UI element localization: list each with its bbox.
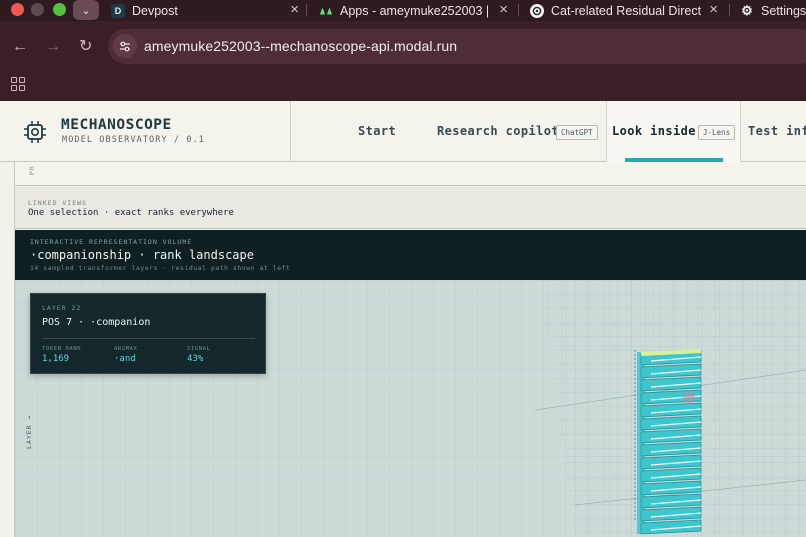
linked-views-caption: LINKED VIEWS [28, 199, 87, 207]
argmax-label: ARGMAX [114, 346, 138, 352]
argmax-value: ·and [114, 354, 136, 364]
layer-axis-label: LAYER → [25, 414, 33, 449]
brand-subtitle: MODEL OBSERVATORY / 0.1 [62, 135, 206, 145]
brand-title: MECHANOSCOPE [61, 117, 172, 133]
browser-tab-devpost[interactable]: D Devpost × [111, 0, 299, 21]
devpost-icon: D [111, 3, 125, 18]
page: MECHANOSCOPE MODEL OBSERVATORY / 0.1 Sta… [0, 101, 806, 537]
volume-subtitle: 14 sampled transformer layers · residual… [30, 264, 291, 272]
collapsed-panel[interactable] [15, 162, 806, 186]
signal-value: 43% [187, 354, 204, 364]
token-rank-value: 1,169 [42, 354, 70, 364]
back-arrow-icon[interactable]: ← [12, 38, 28, 56]
header-divider [290, 101, 291, 162]
url-text[interactable]: ameymuke252003--mechanoscope-api.modal.r… [144, 38, 457, 54]
close-window-button[interactable] [11, 3, 24, 16]
close-icon[interactable]: × [499, 1, 508, 18]
linked-views-text: One selection · exact ranks everywhere [28, 208, 234, 218]
tab-search-button[interactable]: ⌄ [73, 0, 99, 20]
selection-marker[interactable] [683, 391, 695, 403]
chatgpt-badge: ChatGPT [556, 125, 598, 140]
card-layer-caption: LAYER 22 [42, 304, 82, 312]
browser-tab-chatgpt[interactable]: Cat-related Residual Directio × [530, 0, 718, 21]
tab-separator [518, 4, 519, 16]
site-settings-icon[interactable] [113, 34, 137, 58]
chevron-down-icon: ⌄ [81, 4, 91, 17]
minimize-window-button[interactable] [31, 3, 44, 16]
openai-icon [530, 3, 544, 18]
browser-tab-settings[interactable]: ⚙ Settings [740, 0, 806, 21]
modal-icon [319, 4, 333, 18]
close-icon[interactable]: × [709, 1, 718, 18]
tab-research-copilot[interactable]: Research copilot [437, 124, 559, 138]
bookmarks-bar [0, 74, 806, 101]
chip-logo-icon [24, 121, 46, 143]
card-divider [42, 338, 255, 339]
tab-title: Apps - ameymuke252003 | M [340, 3, 490, 18]
j-lens-badge: J-Lens [698, 125, 736, 140]
forward-arrow-icon[interactable]: → [45, 38, 61, 56]
maximize-window-button[interactable] [53, 3, 66, 16]
signal-label: SIGNAL [187, 346, 211, 352]
tab-separator [306, 4, 307, 16]
reload-icon[interactable]: ↻ [79, 38, 92, 56]
tab-test-influence[interactable]: Test infl [748, 124, 806, 138]
volume-caption: INTERACTIVE REPRESENTATION VOLUME [30, 238, 193, 246]
tab-title: Devpost [132, 3, 178, 18]
browser-tab-modal[interactable]: Apps - ameymuke252003 | M × [319, 0, 508, 21]
volume-title: ·companionship · rank landscape [30, 248, 254, 262]
gear-icon: ⚙ [741, 2, 753, 18]
close-icon[interactable]: × [290, 1, 299, 18]
token-rank-label: TOKEN RANK [42, 346, 82, 352]
collapsed-panel-label: PR [28, 165, 36, 175]
tab-separator [729, 4, 730, 16]
apps-grid-icon[interactable] [11, 77, 25, 91]
tab-title: Settings [761, 3, 806, 18]
card-title: POS 7 · ·companion [42, 317, 151, 328]
tab-title: Cat-related Residual Directio [551, 3, 701, 18]
tab-look-inside[interactable]: Look inside [612, 124, 696, 138]
tab-start[interactable]: Start [358, 124, 396, 138]
